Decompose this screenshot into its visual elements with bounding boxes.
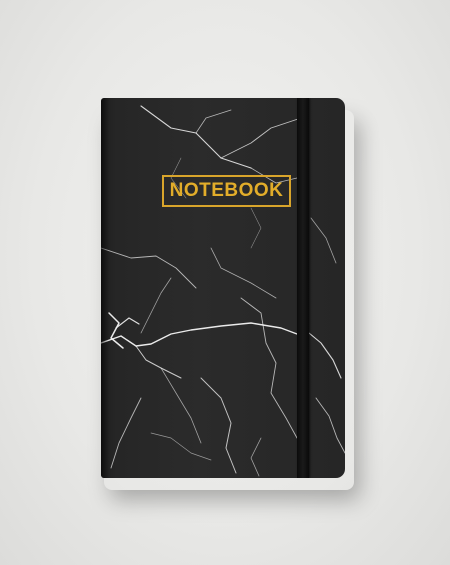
cover-title: NOTEBOOK: [169, 180, 284, 201]
notebook-cover: NOTEBOOK: [101, 98, 345, 478]
cover-title-frame: NOTEBOOK: [162, 175, 291, 207]
spine-shade: [101, 98, 109, 478]
elastic-closure-band: [297, 98, 309, 478]
